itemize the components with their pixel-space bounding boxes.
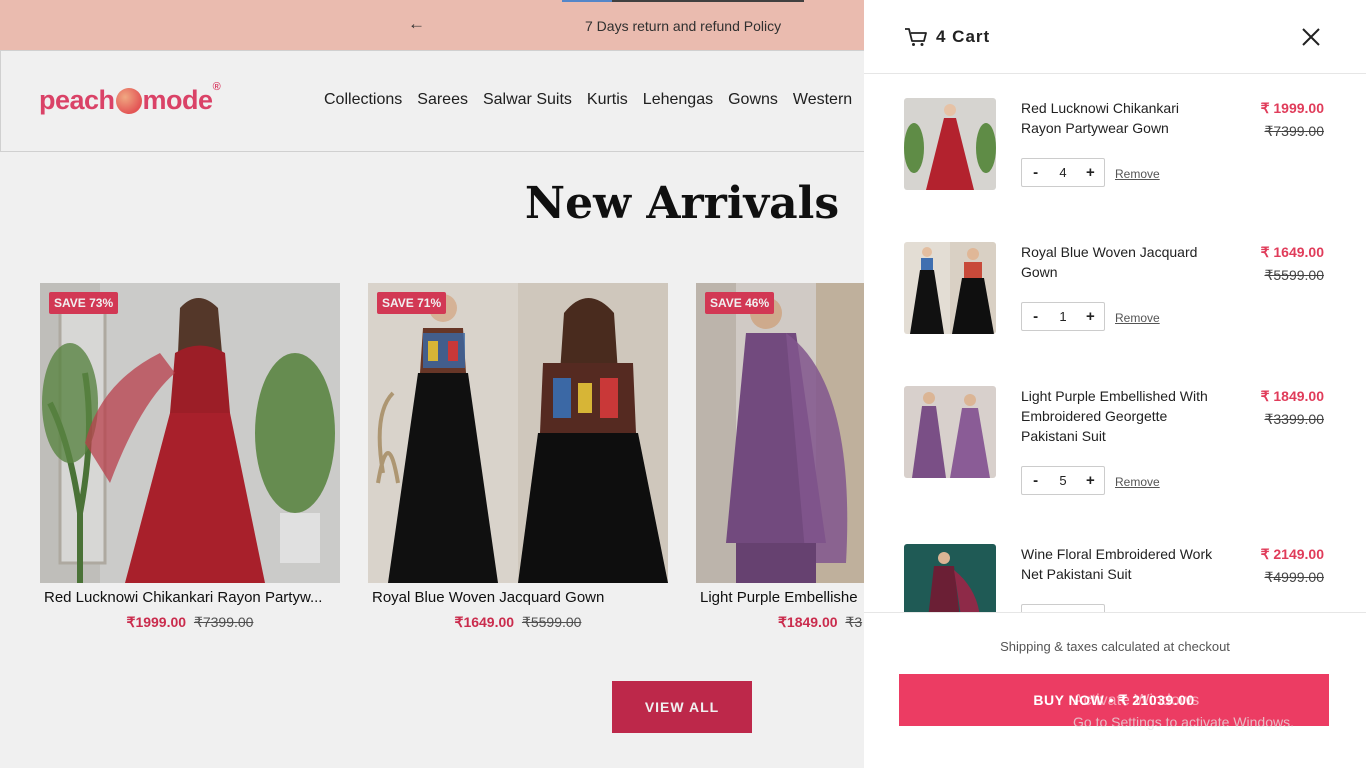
- cart-item-thumbnail[interactable]: [904, 544, 996, 612]
- remove-item-link[interactable]: Remove: [1115, 475, 1160, 489]
- close-cart-button[interactable]: [1298, 24, 1324, 50]
- increase-qty-button[interactable]: +: [1077, 164, 1104, 181]
- cart-item-title[interactable]: Royal Blue Woven Jacquard Gown: [1021, 242, 1221, 282]
- cart-item-title[interactable]: Light Purple Embellished With Embroidere…: [1021, 386, 1221, 446]
- cart-items-list[interactable]: Red Lucknowi Chikankari Rayon Partywear …: [864, 74, 1366, 612]
- purple-suit-thumbnail: [904, 386, 996, 478]
- cart-item-compare-price: ₹4999.00: [1264, 569, 1324, 585]
- cart-title: 4 Cart: [936, 27, 991, 46]
- activate-windows-title: Activate Windows: [1073, 692, 1200, 709]
- cart-item: Wine Floral Embroidered Work Net Pakista…: [904, 544, 1344, 612]
- cart-item-price: ₹ 2149.00: [1260, 546, 1324, 562]
- cart-footer: Shipping & taxes calculated at checkout …: [864, 612, 1366, 768]
- quantity-stepper: [1021, 604, 1105, 612]
- quantity-stepper: - 5 +: [1021, 466, 1105, 495]
- cart-item-compare-price: ₹7399.00: [1264, 123, 1324, 139]
- cart-header: 4 Cart: [864, 0, 1366, 74]
- cart-item-compare-price: ₹5599.00: [1264, 267, 1324, 283]
- cart-icon: [905, 28, 927, 46]
- cart-item-price: ₹ 1649.00: [1260, 244, 1324, 260]
- decrease-qty-button[interactable]: -: [1022, 308, 1049, 325]
- red-gown-thumbnail: [904, 98, 996, 190]
- close-icon: [1302, 28, 1320, 46]
- quantity-stepper: - 1 +: [1021, 302, 1105, 331]
- quantity-value[interactable]: 4: [1049, 165, 1076, 180]
- drawer-backdrop[interactable]: [0, 0, 864, 768]
- cart-item-title[interactable]: Red Lucknowi Chikankari Rayon Partywear …: [1021, 98, 1221, 138]
- cart-drawer: 4 Cart Red Lucknowi Chikankari Rayon Par…: [864, 0, 1366, 768]
- decrease-qty-button[interactable]: -: [1022, 472, 1049, 489]
- cart-item-thumbnail[interactable]: [904, 98, 996, 190]
- quantity-value[interactable]: 5: [1049, 473, 1076, 488]
- black-gown-thumbnail: [904, 242, 996, 334]
- shipping-note: Shipping & taxes calculated at checkout: [1000, 639, 1230, 654]
- cart-item-compare-price: ₹3399.00: [1264, 411, 1324, 427]
- remove-item-link[interactable]: Remove: [1115, 311, 1160, 325]
- cart-item-thumbnail[interactable]: [904, 386, 996, 478]
- decrease-qty-button[interactable]: -: [1022, 164, 1049, 181]
- wine-suit-thumbnail: [904, 544, 996, 612]
- cart-item: Light Purple Embellished With Embroidere…: [904, 386, 1344, 516]
- cart-item-thumbnail[interactable]: [904, 242, 996, 334]
- cart-item-price: ₹ 1849.00: [1260, 388, 1324, 404]
- activate-windows-subtitle: Go to Settings to activate Windows.: [1073, 714, 1294, 730]
- quantity-stepper: - 4 +: [1021, 158, 1105, 187]
- quantity-value[interactable]: 1: [1049, 309, 1076, 324]
- increase-qty-button[interactable]: +: [1077, 308, 1104, 325]
- cart-item: Red Lucknowi Chikankari Rayon Partywear …: [904, 98, 1344, 228]
- remove-item-link[interactable]: Remove: [1115, 167, 1160, 181]
- increase-qty-button[interactable]: +: [1077, 472, 1104, 489]
- cart-item: Royal Blue Woven Jacquard Gown ₹ 1649.00…: [904, 242, 1344, 372]
- cart-item-title[interactable]: Wine Floral Embroidered Work Net Pakista…: [1021, 544, 1221, 584]
- cart-item-price: ₹ 1999.00: [1260, 100, 1324, 116]
